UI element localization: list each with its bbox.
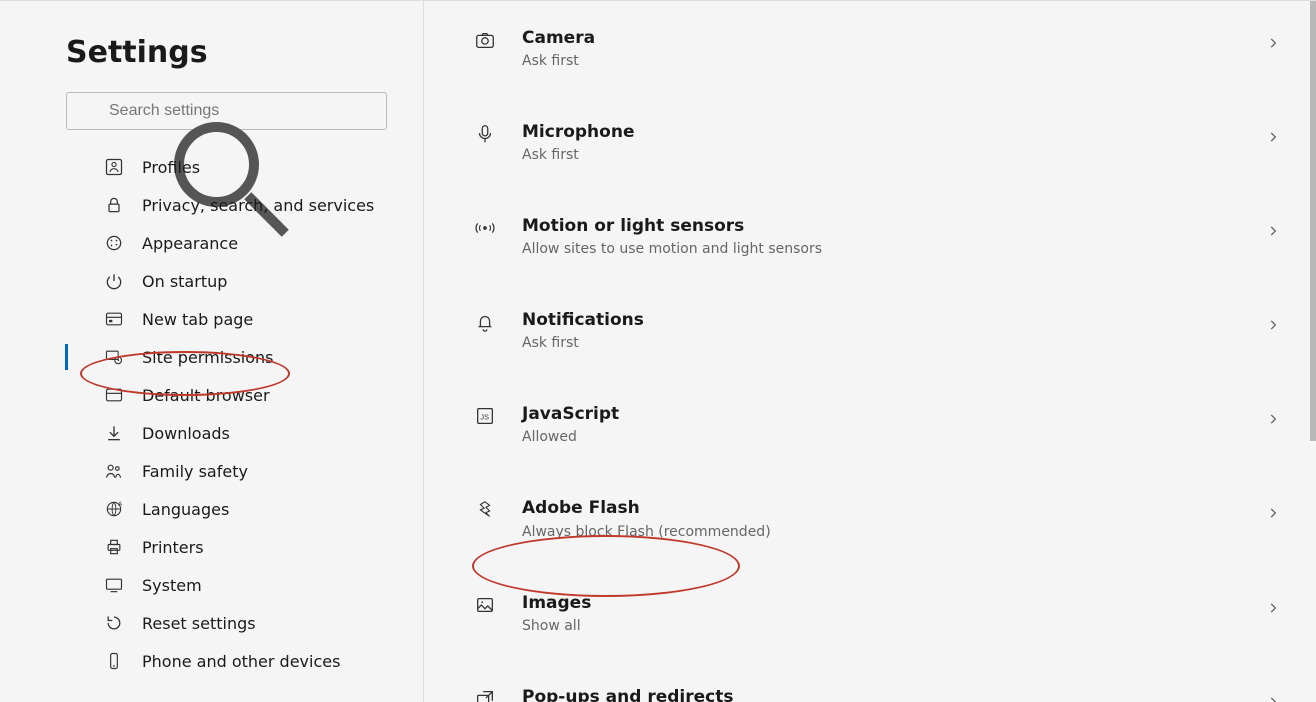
sidebar-item-label: Family safety xyxy=(142,462,248,481)
permission-title: Pop-ups and redirects xyxy=(522,686,1266,702)
chevron-right-icon xyxy=(1266,505,1280,519)
permission-row-microphone[interactable]: Microphone Ask first xyxy=(474,95,1286,189)
bell-icon xyxy=(474,311,496,333)
flash-icon xyxy=(474,499,496,521)
motion-icon xyxy=(474,217,496,239)
sidebar-item-phone-and-other-devices[interactable]: Phone and other devices xyxy=(66,642,387,680)
chevron-right-icon xyxy=(1266,35,1280,49)
settings-nav: Profiles Privacy, search, and services App… xyxy=(66,148,387,680)
permission-row-motion-or-light-sensors[interactable]: Motion or light sensors Allow sites to us… xyxy=(474,189,1286,283)
permission-title: Adobe Flash xyxy=(522,497,1266,519)
sidebar-item-label: System xyxy=(142,576,202,595)
mic-icon xyxy=(474,123,496,145)
permission-title: Camera xyxy=(522,27,1266,49)
js-icon xyxy=(474,405,496,427)
sidebar-item-label: Languages xyxy=(142,500,229,519)
permission-subtitle: Ask first xyxy=(522,147,1266,163)
permission-row-notifications[interactable]: Notifications Ask first xyxy=(474,283,1286,377)
permissions-panel: Camera Ask first Microphone Ask first Motion… xyxy=(424,1,1316,702)
chevron-right-icon xyxy=(1266,694,1280,702)
settings-sidebar: Settings Profiles Privacy, search, and se… xyxy=(0,1,424,702)
image-icon xyxy=(474,594,496,616)
sidebar-item-label: New tab page xyxy=(142,310,253,329)
sidebar-item-label: Privacy, search, and services xyxy=(142,196,374,215)
phone-icon xyxy=(104,651,124,671)
permission-row-camera[interactable]: Camera Ask first xyxy=(474,1,1286,95)
sidebar-item-label: On startup xyxy=(142,272,227,291)
sidebar-item-label: Phone and other devices xyxy=(142,652,340,671)
permission-row-javascript[interactable]: JavaScript Allowed xyxy=(474,377,1286,471)
sidebar-item-label: Site permissions xyxy=(142,348,274,367)
settings-title: Settings xyxy=(66,35,387,70)
sidebar-item-label: Printers xyxy=(142,538,204,557)
permissions-list: Camera Ask first Microphone Ask first Motion… xyxy=(474,1,1286,702)
camera-icon xyxy=(474,29,496,51)
sidebar-item-label: Profiles xyxy=(142,158,200,177)
permission-subtitle: Allowed xyxy=(522,429,1266,445)
permission-title: Motion or light sensors xyxy=(522,215,1266,237)
permission-subtitle: Ask first xyxy=(522,335,1266,351)
permission-title: JavaScript xyxy=(522,403,1266,425)
permission-row-images[interactable]: Images Show all xyxy=(474,566,1286,660)
chevron-right-icon xyxy=(1266,600,1280,614)
permission-subtitle: Ask first xyxy=(522,53,1266,69)
sidebar-item-label: Reset settings xyxy=(142,614,256,633)
permission-subtitle: Always block Flash (recommended) xyxy=(522,524,1266,540)
permission-title: Images xyxy=(522,592,1266,614)
permission-title: Notifications xyxy=(522,309,1266,331)
sidebar-item-label: Downloads xyxy=(142,424,230,443)
permission-row-pop-ups-and-redirects[interactable]: Pop-ups and redirectsAllowed xyxy=(474,660,1286,702)
permission-row-adobe-flash[interactable]: Adobe Flash Always block Flash (recommend… xyxy=(474,471,1286,565)
chevron-right-icon xyxy=(1266,223,1280,237)
chevron-right-icon xyxy=(1266,129,1280,143)
permission-subtitle: Allow sites to use motion and light sens… xyxy=(522,241,1266,257)
chevron-right-icon xyxy=(1266,317,1280,331)
chevron-right-icon xyxy=(1266,411,1280,425)
permission-subtitle: Show all xyxy=(522,618,1266,634)
permission-title: Microphone xyxy=(522,121,1266,143)
scrollbar[interactable] xyxy=(1310,1,1316,441)
sidebar-item-label: Appearance xyxy=(142,234,238,253)
sidebar-item-label: Default browser xyxy=(142,386,270,405)
popup-icon xyxy=(474,688,496,702)
search-input[interactable] xyxy=(109,102,374,120)
search-icon xyxy=(79,102,97,120)
